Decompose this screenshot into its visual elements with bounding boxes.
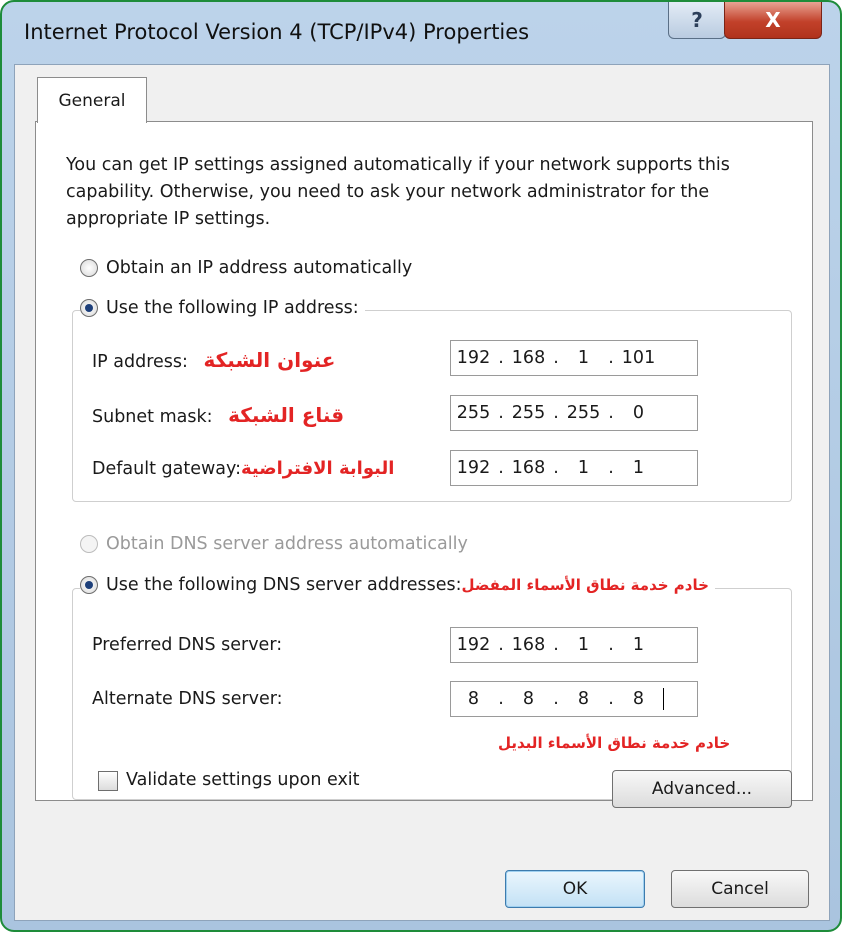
octet-dot: . xyxy=(553,635,559,655)
alternate-dns-octet-3: 8 xyxy=(577,689,590,709)
subnet-octet-2: 255 xyxy=(511,403,546,423)
dialog-window: Internet Protocol Version 4 (TCP/IPv4) P… xyxy=(0,0,842,932)
ip-octet-4: 101 xyxy=(621,348,656,368)
preferred-dns-octet-3: 1 xyxy=(577,635,590,655)
octet-dot: . xyxy=(608,348,614,368)
alternate-dns-input[interactable]: 8. 8. 8. 8 xyxy=(450,681,698,717)
alternate-dns-annotation: خادم خدمة نطاق الأسماء البديل xyxy=(498,734,731,752)
octet-dot: . xyxy=(498,689,504,709)
octet-dot: . xyxy=(608,689,614,709)
gateway-octet-1: 192 xyxy=(456,458,491,478)
subnet-octet-4: 0 xyxy=(632,403,645,423)
gateway-octet-4: 1 xyxy=(632,458,645,478)
preferred-dns-label: Preferred DNS server: xyxy=(92,635,283,655)
title-bar[interactable]: Internet Protocol Version 4 (TCP/IPv4) P… xyxy=(2,2,840,64)
octet-dot: . xyxy=(608,458,614,478)
default-gateway-label: Default gateway: xyxy=(92,459,241,479)
default-gateway-input[interactable]: 192. 168. 1. 1 xyxy=(450,450,698,486)
window-title: Internet Protocol Version 4 (TCP/IPv4) P… xyxy=(24,20,530,44)
octet-dot: . xyxy=(498,348,504,368)
obtain-dns-auto-label: Obtain DNS server address automatically xyxy=(106,534,468,554)
gateway-octet-3: 1 xyxy=(577,458,590,478)
validate-settings-label: Validate settings upon exit xyxy=(126,770,360,790)
ip-octet-1: 192 xyxy=(456,348,491,368)
octet-dot: . xyxy=(553,458,559,478)
cancel-button[interactable]: Cancel xyxy=(671,870,809,908)
close-icon: X xyxy=(765,8,781,32)
subnet-mask-annotation: قناع الشبكة xyxy=(228,403,345,427)
tab-general[interactable]: General xyxy=(37,77,147,123)
octet-dot: . xyxy=(553,689,559,709)
default-gateway-annotation: البوابة الافتراضية xyxy=(240,458,395,479)
subnet-mask-input[interactable]: 255. 255. 255. 0 xyxy=(450,395,698,431)
octet-dot: . xyxy=(498,635,504,655)
alternate-dns-octet-4: 8 xyxy=(632,689,645,709)
ip-octet-2: 168 xyxy=(511,348,546,368)
obtain-dns-auto-radio[interactable] xyxy=(80,535,98,553)
use-following-dns-label: Use the following DNS server addresses: xyxy=(106,575,462,595)
validate-settings-checkbox[interactable] xyxy=(98,771,118,791)
advanced-button[interactable]: Advanced... xyxy=(612,770,792,808)
ip-address-input[interactable]: 192. 168. 1. 101 xyxy=(450,340,698,376)
subnet-octet-3: 255 xyxy=(566,403,601,423)
obtain-ip-auto-label: Obtain an IP address automatically xyxy=(106,258,413,278)
subnet-mask-label-row: Subnet mask: قناع الشبكة xyxy=(92,403,344,427)
help-icon: ? xyxy=(691,8,703,32)
dialog-client-area: General You can get IP settings assigned… xyxy=(14,64,830,921)
ok-button[interactable]: OK xyxy=(505,870,645,908)
octet-dot: . xyxy=(608,403,614,423)
obtain-ip-auto-radio[interactable] xyxy=(80,259,98,277)
default-gateway-label-row: Default gateway:البوابة الافتراضية xyxy=(92,458,394,479)
general-tab-panel: You can get IP settings assigned automat… xyxy=(35,121,813,808)
octet-dot: . xyxy=(553,348,559,368)
use-following-dns-radio[interactable] xyxy=(80,576,98,594)
use-following-dns-option[interactable]: Use the following DNS server addresses: خ… xyxy=(80,575,715,595)
use-following-ip-radio[interactable] xyxy=(80,299,98,317)
ip-octet-3: 1 xyxy=(577,348,590,368)
ip-address-annotation: عنوان الشبكة xyxy=(203,348,336,372)
text-cursor xyxy=(663,688,664,710)
gateway-octet-2: 168 xyxy=(511,458,546,478)
preferred-dns-input[interactable]: 192. 168. 1. 1 xyxy=(450,627,698,663)
ip-address-label: IP address: xyxy=(92,352,188,372)
alternate-dns-octet-2: 8 xyxy=(522,689,535,709)
alternate-dns-label: Alternate DNS server: xyxy=(92,689,283,709)
preferred-dns-octet-2: 168 xyxy=(511,635,546,655)
obtain-ip-auto-option[interactable]: Obtain an IP address automatically xyxy=(80,258,412,278)
octet-dot: . xyxy=(498,403,504,423)
octet-dot: . xyxy=(608,635,614,655)
preferred-dns-octet-1: 192 xyxy=(456,635,491,655)
close-button[interactable]: X xyxy=(724,2,822,39)
use-following-ip-label: Use the following IP address: xyxy=(106,298,359,318)
use-following-ip-option[interactable]: Use the following IP address: xyxy=(80,298,365,318)
obtain-dns-auto-option[interactable]: Obtain DNS server address automatically xyxy=(80,534,468,554)
help-button[interactable]: ? xyxy=(668,2,726,39)
octet-dot: . xyxy=(498,458,504,478)
intro-text: You can get IP settings assigned automat… xyxy=(66,155,730,229)
subnet-octet-1: 255 xyxy=(456,403,491,423)
alternate-dns-octet-1: 8 xyxy=(467,689,480,709)
preferred-dns-annotation: خادم خدمة نطاق الأسماء المفضل xyxy=(461,576,709,594)
preferred-dns-octet-4: 1 xyxy=(632,635,645,655)
subnet-mask-label: Subnet mask: xyxy=(92,407,213,427)
ip-address-label-row: IP address: عنوان الشبكة xyxy=(92,348,335,372)
octet-dot: . xyxy=(553,403,559,423)
